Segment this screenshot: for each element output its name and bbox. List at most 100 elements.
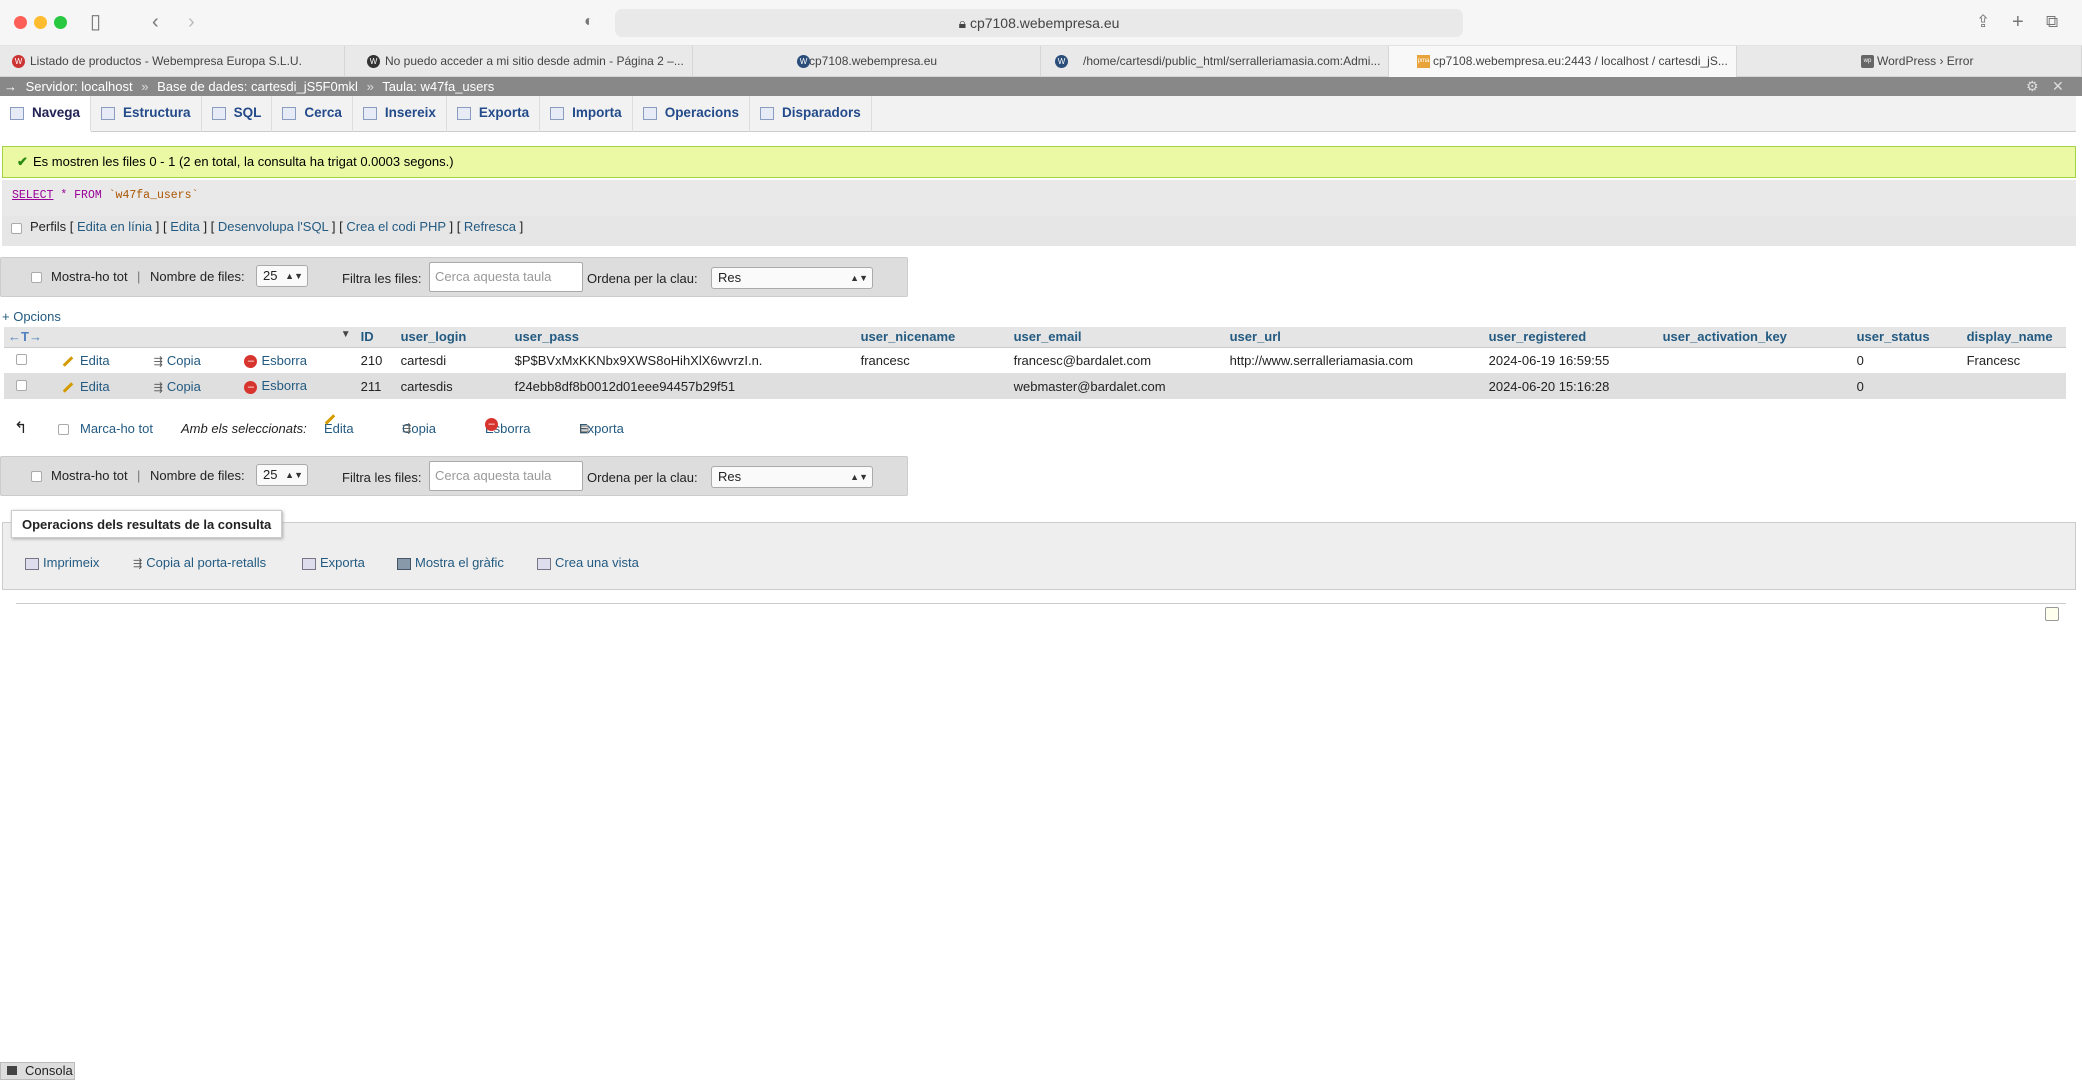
cell-user-login[interactable]: cartesdi (396, 347, 511, 373)
check-all-checkbox[interactable] (58, 424, 69, 435)
column-header-user-email[interactable]: user_email (1009, 327, 1226, 348)
tab-overview-icon[interactable]: ⧉ (2046, 9, 2058, 35)
profiling-checkbox[interactable] (11, 223, 22, 234)
back-arrow-icon[interactable]: ‹ (152, 9, 159, 35)
edit-action[interactable]: Edita (58, 347, 150, 373)
rows-count-select[interactable]: 25 ▲▼ (256, 265, 308, 287)
print-link[interactable]: Imprimeix (25, 555, 99, 570)
bulk-delete-button[interactable]: – Esborra (485, 418, 531, 440)
sidebar-toggle-icon[interactable]: ▯ (90, 9, 101, 35)
tab-estructura[interactable]: Estructura (91, 96, 202, 132)
browser-tab[interactable]: W Listado de productos - Webempresa Europ… (0, 46, 345, 77)
export-link[interactable]: Exporta (302, 555, 365, 570)
edit-link[interactable]: Edita (170, 219, 200, 234)
new-tab-icon[interactable]: + (2012, 9, 2024, 35)
check-all-label[interactable]: Marca-ho tot (80, 418, 153, 440)
inline-edit-link[interactable]: Edita en línia (77, 219, 152, 234)
breadcrumb-server[interactable]: Servidor: localhost (26, 79, 133, 94)
options-link[interactable]: + Opcions (2, 309, 61, 324)
console-toggle[interactable]: Consola (0, 1062, 75, 1080)
filter-rows-input[interactable]: Cerca aquesta taula (429, 262, 583, 292)
copy-action[interactable]: ⇶ Copia (149, 347, 241, 373)
create-view-link[interactable]: Crea una vista (537, 555, 639, 570)
browser-tab-active[interactable]: pma cp7108.webempresa.eu:2443 / localhost… (1389, 46, 1737, 77)
bulk-copy-button[interactable]: ⇶ Copia (402, 418, 436, 440)
cell-user-url[interactable]: http://www.serralleriamasia.com (1225, 347, 1485, 373)
breadcrumb-table[interactable]: Taula: w47fa_users (382, 79, 494, 94)
tab-insereix[interactable]: Insereix (353, 96, 447, 132)
cell-user-pass[interactable]: f24ebb8df8b0012d01eee94457b29f51 (510, 373, 857, 399)
address-bar[interactable]: 🔒︎ cp7108.webempresa.eu (615, 9, 1463, 37)
cell-user-login[interactable]: cartesdis (396, 373, 511, 399)
cell-user-url[interactable] (1225, 373, 1485, 399)
bulk-edit-button[interactable]: Edita (324, 414, 354, 440)
browser-tab[interactable]: W No puedo acceder a mi sitio desde admin… (345, 46, 693, 77)
share-icon[interactable]: ⇪ (1976, 9, 1990, 35)
column-header-id[interactable]: ID (356, 327, 397, 348)
browser-tab[interactable]: wp WordPress › Error (1737, 46, 2082, 77)
column-header-user-status[interactable]: user_status (1852, 327, 1963, 348)
delete-action[interactable]: – Esborra (240, 373, 357, 399)
cell-user-activation-key[interactable] (1658, 347, 1853, 373)
copy-action[interactable]: ⇶ Copia (149, 373, 241, 399)
row-checkbox[interactable] (16, 379, 27, 391)
tab-operacions[interactable]: Operacions (633, 96, 750, 132)
collapse-icon[interactable]: ✕ (2052, 77, 2064, 96)
tab-cerca[interactable]: Cerca (272, 96, 353, 132)
explain-sql-link[interactable]: Desenvolupa l'SQL (218, 219, 328, 234)
settings-gear-icon[interactable]: ⚙ (2026, 77, 2039, 96)
tab-navega[interactable]: Navega (0, 96, 92, 132)
create-php-link[interactable]: Crea el codi PHP (346, 219, 445, 234)
privacy-shield-icon[interactable]: ◐ (584, 9, 594, 35)
column-header-user-nicename[interactable]: user_nicename (856, 327, 1010, 348)
column-header-user-activation-key[interactable]: user_activation_key (1658, 327, 1853, 348)
copy-clipboard-link[interactable]: ⇶ Copia al porta-retalls (133, 555, 266, 570)
cell-user-activation-key[interactable] (1658, 373, 1853, 399)
cell-user-registered[interactable]: 2024-06-20 15:16:28 (1484, 373, 1659, 399)
tab-importa[interactable]: Importa (540, 96, 633, 132)
collapse-arrow-icon[interactable]: → (4, 79, 17, 94)
edit-action[interactable]: Edita (58, 373, 150, 399)
cell-display-name[interactable]: Francesc (1962, 347, 2066, 373)
row-checkbox[interactable] (16, 353, 27, 365)
sort-key-select[interactable]: Res ▲▼ (711, 267, 873, 289)
sql-keyword-select[interactable]: SELECT (12, 189, 53, 202)
zoom-window-button[interactable] (54, 16, 67, 29)
cell-user-email[interactable]: francesc@bardalet.com (1009, 347, 1226, 373)
cell-user-pass[interactable]: $P$BVxMxKKNbx9XWS8oHihXlX6wvrzI.n. (510, 347, 857, 373)
show-all-checkbox[interactable] (31, 272, 42, 283)
page-settings-icon[interactable] (2045, 607, 2059, 621)
tab-exporta[interactable]: Exporta (447, 96, 541, 132)
minimize-window-button[interactable] (34, 16, 47, 29)
forward-arrow-icon[interactable]: › (188, 9, 195, 35)
column-header-user-login[interactable]: user_login (396, 327, 511, 348)
bulk-export-button[interactable]: ▤ Exporta (579, 418, 624, 440)
cell-id[interactable]: 210 (356, 347, 397, 373)
cell-user-email[interactable]: webmaster@bardalet.com (1009, 373, 1226, 399)
tab-disparadors[interactable]: Disparadors (750, 96, 872, 132)
column-header-display-name[interactable]: display_name (1962, 327, 2066, 348)
column-header-user-url[interactable]: user_url (1225, 327, 1485, 348)
breadcrumb-database[interactable]: Base de dades: cartesdi_jS5F0mkl (157, 79, 358, 94)
column-arrows-icon[interactable]: ←T→ (8, 329, 42, 344)
show-chart-link[interactable]: Mostra el gràfic (397, 555, 504, 570)
cell-user-status[interactable]: 0 (1852, 373, 1963, 399)
cell-display-name[interactable] (1962, 373, 2066, 399)
filter-rows-input[interactable]: Cerca aquesta taula (429, 461, 583, 491)
tab-sql[interactable]: SQL (202, 96, 273, 132)
columns-dropdown-icon[interactable]: ▼ (341, 329, 351, 340)
cell-user-registered[interactable]: 2024-06-19 16:59:55 (1484, 347, 1659, 373)
browser-tab[interactable]: Wcp7108.webempresa.eu (693, 46, 1041, 77)
cell-user-status[interactable]: 0 (1852, 347, 1963, 373)
browser-tab[interactable]: W/home/cartesdi/public_html/serralleriam… (1041, 46, 1389, 77)
delete-action[interactable]: – Esborra (240, 347, 357, 373)
cell-id[interactable]: 211 (356, 373, 397, 399)
cell-user-nicename[interactable]: francesc (856, 347, 1010, 373)
sort-key-select[interactable]: Res ▲▼ (711, 466, 873, 488)
refresh-link[interactable]: Refresca (464, 219, 516, 234)
column-header-user-pass[interactable]: user_pass (510, 327, 857, 348)
rows-count-select[interactable]: 25 ▲▼ (256, 464, 308, 486)
sql-query-box[interactable]: SELECT * FROM `w47fa_users` (2, 180, 2076, 218)
show-all-checkbox[interactable] (31, 471, 42, 482)
close-window-button[interactable] (14, 16, 27, 29)
